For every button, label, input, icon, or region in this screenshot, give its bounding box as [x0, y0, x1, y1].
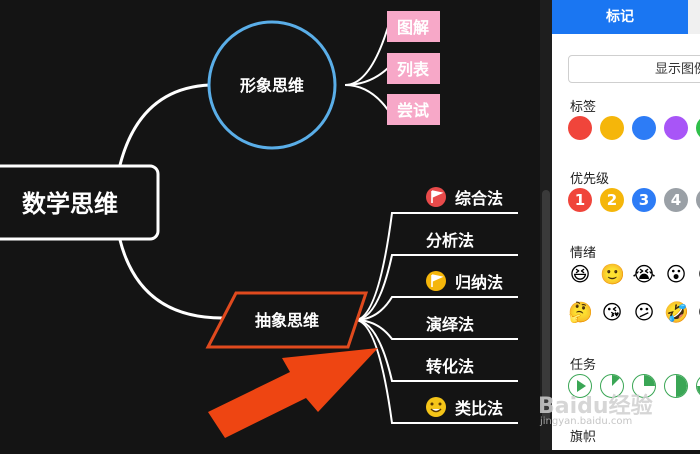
emoji-grin-icon[interactable]: 😆: [568, 262, 592, 286]
priority-row: 1234: [568, 188, 700, 214]
task-half-icon[interactable]: [664, 374, 688, 398]
show-legend-button[interactable]: 显示图例: [568, 55, 700, 83]
child-label-synthesis[interactable]: 综合法: [455, 189, 503, 208]
emotion-row-2: 🤔 😘 😕 🤣 😎: [568, 300, 700, 326]
child-label-transformation[interactable]: 转化法: [426, 357, 474, 376]
emotion-row-1: 😆 🙂 😭 😮 😡: [568, 262, 700, 288]
emotion-section-label: 情绪: [570, 246, 597, 261]
watermark-url: jingyan.baidu.com: [540, 416, 633, 427]
annotation-arrow-icon: [208, 348, 378, 438]
child-label-deduction[interactable]: 演绎法: [426, 315, 474, 334]
connector-root-branch1: [118, 83, 211, 166]
tab-markers[interactable]: 标记: [552, 0, 688, 34]
priority-4-icon[interactable]: 4: [664, 188, 688, 212]
branch-abstract-thinking-label: 抽象思维: [255, 311, 319, 330]
child-label-analysis[interactable]: 分析法: [426, 231, 474, 250]
emoji-smile-icon[interactable]: 🙂: [600, 262, 625, 286]
task-three-quarter-icon[interactable]: [696, 374, 700, 398]
connector-root-branch2: [118, 239, 223, 320]
emoji-laughing-icon[interactable]: 🤣: [664, 300, 689, 324]
mindmap-canvas[interactable]: 数学思维 形象思维 图解 列表 尝试 抽象思维 综合法 分析法 归纳法 演绎法 …: [0, 0, 552, 450]
connector-b2-c1: [354, 212, 518, 321]
emoji-thinking-icon[interactable]: 🤔: [568, 300, 593, 324]
smile-eye-left: [430, 402, 434, 406]
priority-2-icon[interactable]: 2: [600, 188, 624, 212]
priority-section-label: 优先级: [570, 172, 610, 187]
marker-panel: 标记 显示图例 标签 优先级 1234 情绪 😆 🙂 😭 😮 😡 🤔 😘 😕 🤣 😎 任务 旗帜: [552, 0, 700, 450]
tag-section-label: 标签: [570, 100, 597, 115]
branch-image-thinking-label: 形象思维: [240, 76, 304, 95]
emoji-surprised-icon[interactable]: 😮: [664, 262, 688, 286]
task-section-label: 任务: [570, 358, 597, 373]
root-node-label: 数学思维: [22, 190, 118, 218]
tab-next[interactable]: [688, 0, 700, 34]
tag-green-dot[interactable]: [696, 116, 700, 140]
tag-purple-dot[interactable]: [664, 116, 688, 140]
tag-color-row: [568, 116, 700, 142]
priority-1-icon[interactable]: 1: [568, 188, 592, 212]
smile-marker-icon: [426, 397, 446, 417]
emoji-angry-icon[interactable]: 😡: [696, 262, 700, 286]
emoji-cool-icon[interactable]: 😎: [696, 300, 700, 324]
child-label-list: 列表: [397, 60, 430, 79]
emoji-confused-icon[interactable]: 😕: [632, 300, 656, 324]
mindmap-svg: 数学思维 形象思维 图解 列表 尝试 抽象思维 综合法 分析法 归纳法 演绎法 …: [0, 11, 518, 438]
child-label-diagram: 图解: [397, 18, 429, 37]
smile-mouth: [430, 408, 442, 413]
smile-eye-right: [438, 402, 442, 406]
tag-red-dot[interactable]: [568, 116, 592, 140]
tag-yellow-dot[interactable]: [600, 116, 624, 140]
flag-marker-icon: [426, 187, 446, 207]
child-label-induction[interactable]: 归纳法: [455, 273, 503, 292]
canvas-scrollbar-thumb[interactable]: [542, 190, 550, 420]
child-label-analogy[interactable]: 类比法: [455, 399, 503, 418]
emoji-kiss-icon[interactable]: 😘: [600, 300, 624, 324]
priority-3-icon[interactable]: 3: [632, 188, 656, 212]
flag-section-label: 旗帜: [570, 430, 597, 445]
emoji-crying-icon[interactable]: 😭: [632, 262, 656, 286]
tag-blue-dot[interactable]: [632, 116, 656, 140]
priority-5-icon[interactable]: [696, 188, 700, 212]
child-label-try: 尝试: [397, 101, 429, 120]
flag-marker-yellow-icon: [426, 271, 446, 291]
